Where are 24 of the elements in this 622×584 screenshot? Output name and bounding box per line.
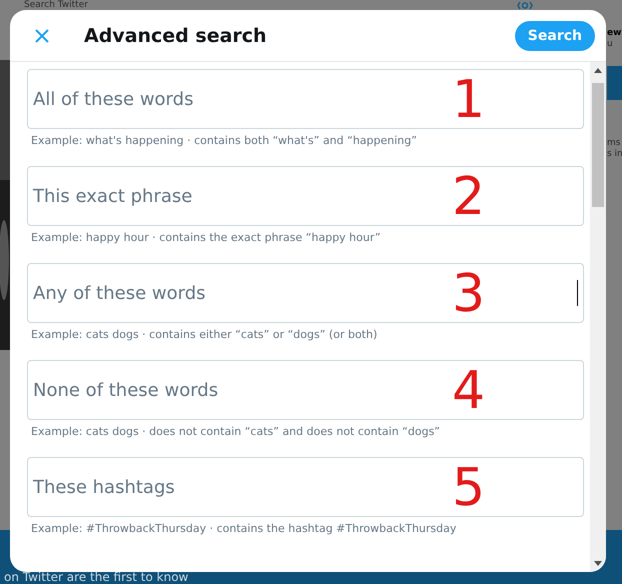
handwritten-number: 5 (452, 459, 486, 517)
banner-fragment (607, 66, 622, 100)
banner-text: on Twitter are the first to know (4, 570, 188, 584)
search-field[interactable]: Search Twitter (24, 0, 88, 10)
field-hint: Example: cats dogs · contains either “cats” or “dogs” (or both) (31, 328, 378, 341)
scroll-thumb[interactable] (592, 83, 604, 207)
heading-fragment: ew (607, 28, 622, 39)
text-fragment: ms (607, 138, 622, 149)
text-fragment: s in (607, 149, 622, 160)
field-hint: Example: #ThrowbackThursday · contains the hashtag #ThrowbackThursday (31, 522, 458, 535)
dialog-title: Advanced search (84, 24, 268, 46)
settings-icon (517, 0, 533, 10)
scrollbar[interactable] (590, 62, 606, 572)
handwritten-number: 2 (452, 168, 486, 226)
scroll-down-icon[interactable] (594, 561, 602, 566)
scroll-up-icon[interactable] (594, 68, 602, 73)
field-hint: Example: happy hour · contains the exact phrase “happy hour” (31, 231, 382, 244)
search-button[interactable]: Search (514, 20, 595, 50)
handwritten-number: 3 (452, 265, 486, 323)
field-hint: Example: what's happening · contains both “what's” and “happening” (31, 134, 418, 147)
field-hint: Example: cats dogs · does not contain “cats” and does not contain “dogs” (31, 425, 442, 438)
subtitle-fragment: u (607, 39, 614, 50)
handwritten-number: 4 (452, 362, 486, 420)
handwritten-number: 1 (452, 71, 486, 129)
